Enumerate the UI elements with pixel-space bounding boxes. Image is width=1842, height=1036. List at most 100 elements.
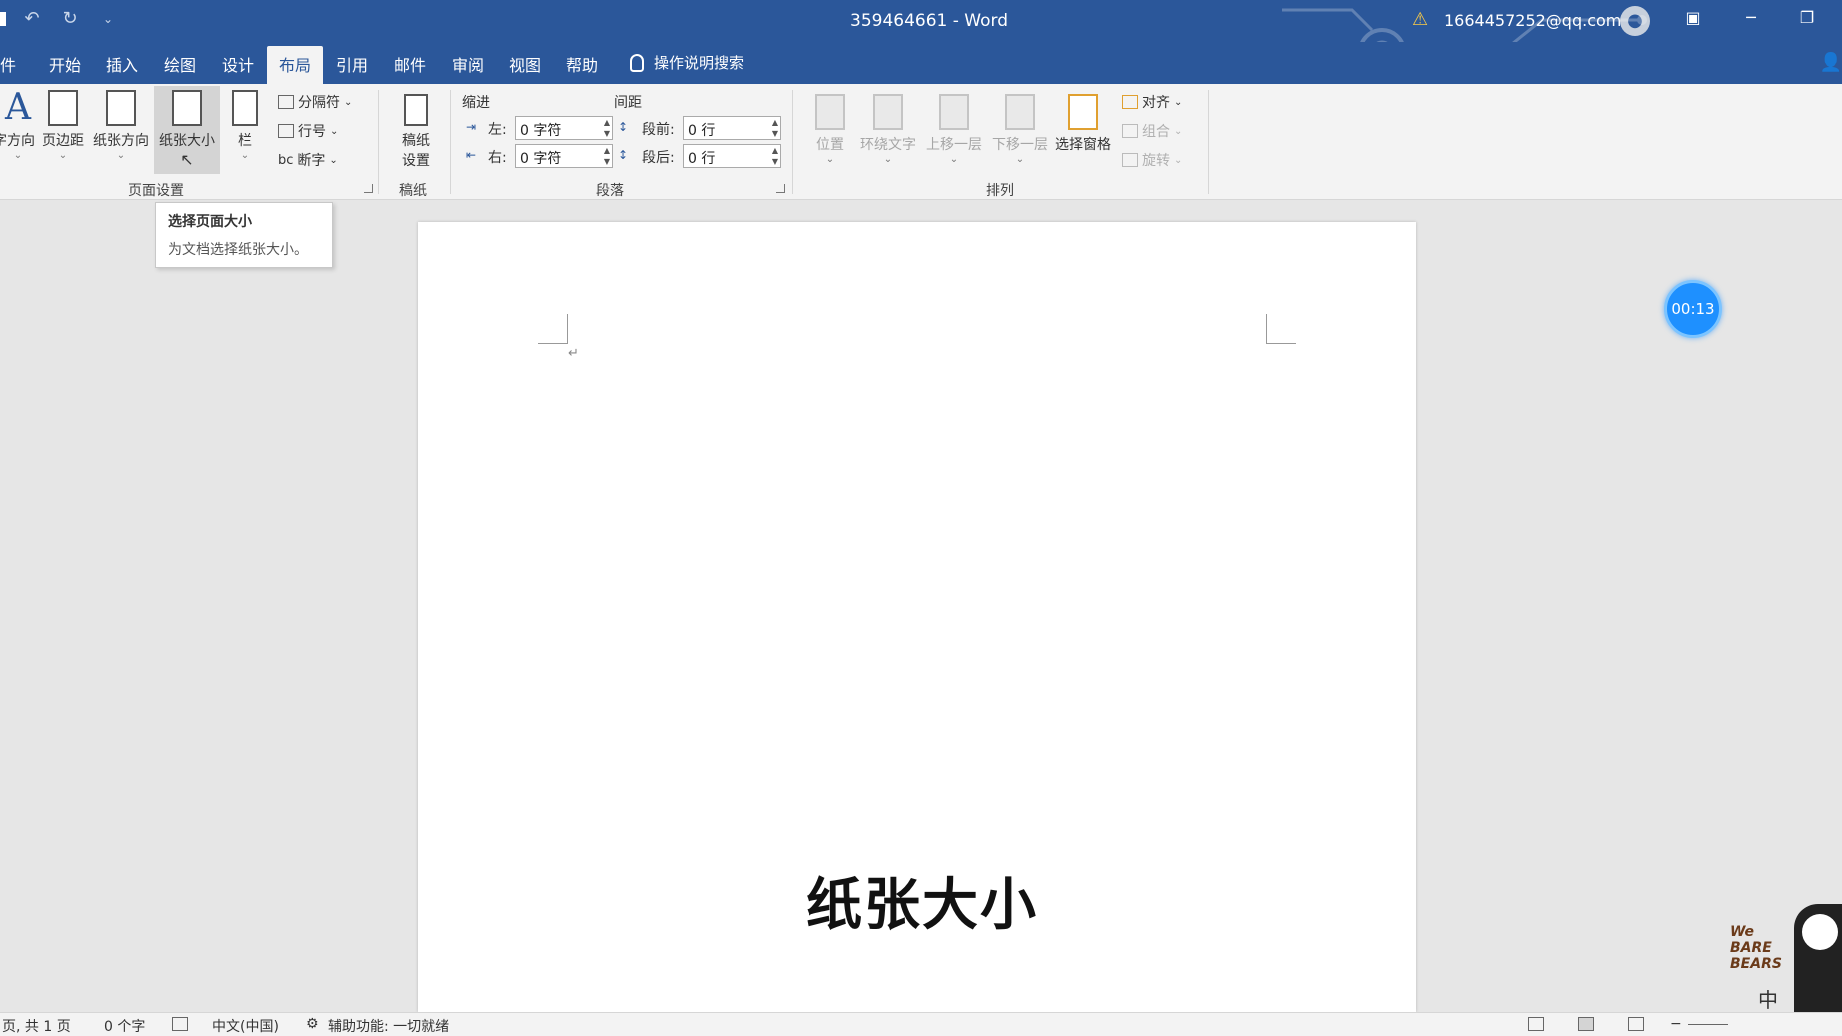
paragraph-group-label: 段落 — [596, 183, 624, 199]
zoom-out-button[interactable]: − — [1670, 1016, 1682, 1032]
share-person-icon[interactable]: 👤 — [1820, 52, 1842, 73]
document-title: 359464661 - Word — [850, 11, 1008, 31]
bring-forward-button[interactable]: 上移一层 ⌄ — [922, 94, 986, 165]
chevron-down-icon: ⌄ — [949, 154, 959, 165]
space-before-input[interactable]: 0 行 ▲ ▼ — [683, 116, 781, 140]
ime-indicator[interactable]: 中 — [1758, 984, 1778, 1013]
chevron-down-icon: ⌄ — [883, 154, 893, 165]
paragraph-dialog-launcher[interactable] — [776, 184, 785, 193]
tell-me-search[interactable]: 操作说明搜索 — [630, 52, 744, 73]
selection-pane-button[interactable]: 选择窗格 — [1052, 94, 1114, 154]
tab-help[interactable]: 帮助 — [566, 52, 598, 76]
indent-left-input[interactable]: 0 字符 ▲ ▼ — [515, 116, 613, 140]
breaks-label: 分隔符 — [298, 95, 340, 111]
indent-left-value: 0 字符 — [520, 123, 562, 139]
tab-home[interactable]: 开始 — [49, 52, 81, 76]
tab-layout[interactable]: 布局 — [267, 46, 324, 84]
margin-corner-left — [538, 314, 568, 344]
redo-button[interactable]: ↻ — [58, 8, 82, 29]
wrap-text-label: 环绕文字 — [860, 137, 916, 153]
page-count[interactable]: 页, 共 1 页 — [2, 1016, 71, 1036]
space-after-value: 0 行 — [688, 151, 716, 167]
page-setup-dialog-launcher[interactable] — [364, 184, 373, 193]
hyphenation-button[interactable]: bc 断字 ⌄ — [278, 150, 338, 170]
accessibility-icon[interactable]: ⚙ — [306, 1016, 319, 1032]
space-before-icon: ↕ — [618, 120, 629, 134]
send-backward-button[interactable]: 下移一层 ⌄ — [988, 94, 1052, 165]
chevron-down-icon: ⌄ — [329, 154, 338, 166]
tab-review[interactable]: 审阅 — [452, 52, 484, 76]
chevron-down-icon: ⌄ — [330, 125, 339, 137]
restore-button[interactable]: ❐ — [1792, 8, 1822, 27]
accessibility-status[interactable]: 辅助功能: 一切就绪 — [328, 1016, 449, 1036]
line-numbers-label: 行号 — [298, 124, 326, 140]
tooltip-title: 选择页面大小 — [168, 214, 252, 230]
space-after-input[interactable]: 0 行 ▲ ▼ — [683, 144, 781, 168]
tab-mailings[interactable]: 邮件 — [394, 52, 426, 76]
indent-right-input[interactable]: 0 字符 ▲ ▼ — [515, 144, 613, 168]
size-button[interactable]: 纸张大小 ↖ — [154, 86, 220, 174]
margins-button[interactable]: 页边距 ⌄ — [38, 90, 88, 161]
word-count[interactable]: 0 个字 — [104, 1016, 145, 1036]
tab-draw[interactable]: 绘图 — [164, 52, 196, 76]
space-before-value: 0 行 — [688, 123, 716, 139]
spin-arrows-icon[interactable]: ▲ ▼ — [604, 117, 610, 139]
chevron-down-icon: ⌄ — [344, 96, 353, 108]
video-subtitle: 纸张大小 — [806, 873, 1038, 938]
undo-button[interactable]: ↶ — [20, 8, 44, 29]
selection-pane-label: 选择窗格 — [1055, 137, 1111, 153]
manuscript-setup-button[interactable]: 稿纸 设置 — [392, 94, 440, 170]
chevron-down-icon: ⌄ — [1174, 154, 1183, 166]
line-numbers-button[interactable]: 行号 ⌄ — [278, 121, 338, 141]
panda-bear-icon — [1794, 904, 1842, 1014]
spin-arrows-icon[interactable]: ▲ ▼ — [772, 145, 778, 167]
save-icon[interactable] — [0, 11, 6, 26]
indent-header: 缩进 — [462, 95, 490, 111]
chevron-down-icon: ⌄ — [825, 154, 835, 165]
columns-button[interactable]: 栏 ⌄ — [228, 90, 262, 161]
columns-label: 栏 — [238, 133, 252, 149]
tab-file[interactable]: 件 — [0, 52, 16, 76]
print-layout-icon[interactable] — [1578, 1017, 1594, 1031]
manuscript-setup-label-line2: 设置 — [402, 153, 430, 169]
align-icon — [1122, 95, 1138, 109]
read-mode-icon[interactable] — [1528, 1017, 1544, 1031]
breaks-button[interactable]: 分隔符 ⌄ — [278, 92, 352, 112]
zoom-slider[interactable] — [1688, 1024, 1728, 1025]
we-bare-bears-watermark: We BARE BEARS 中 — [1722, 904, 1842, 1014]
watermark-text: We BARE BEARS — [1730, 924, 1782, 972]
language-indicator[interactable]: 中文(中国) — [212, 1016, 279, 1036]
space-after-icon: ↕ — [618, 148, 629, 162]
lightbulb-icon — [630, 53, 644, 72]
tab-insert[interactable]: 插入 — [106, 52, 138, 76]
group-separator — [1208, 90, 1209, 194]
tab-view[interactable]: 视图 — [509, 52, 541, 76]
hyphenation-label: 断字 — [297, 153, 326, 169]
recording-timer[interactable]: 00:13 — [1664, 280, 1722, 338]
spin-arrows-icon[interactable]: ▲ ▼ — [772, 117, 778, 139]
orientation-button[interactable]: 纸张方向 ⌄ — [90, 90, 152, 161]
wrap-text-button[interactable]: 环绕文字 ⌄ — [856, 94, 920, 165]
proofing-icon[interactable] — [172, 1017, 188, 1031]
rotate-button[interactable]: 旋转 ⌄ — [1122, 150, 1182, 170]
margins-icon — [48, 90, 78, 126]
text-direction-button[interactable]: A 字方向 ⌄ — [0, 87, 36, 162]
position-label: 位置 — [816, 137, 844, 153]
group-objects-button[interactable]: 组合 ⌄ — [1122, 121, 1182, 141]
text-direction-icon: A — [5, 87, 31, 128]
text-direction-label: 字方向 — [0, 133, 35, 149]
tab-references[interactable]: 引用 — [336, 52, 368, 76]
chevron-down-icon: ⌄ — [13, 150, 23, 161]
customize-qat-button[interactable]: ⌄ — [96, 12, 120, 26]
group-separator — [792, 90, 793, 194]
manuscript-icon — [404, 94, 428, 126]
orientation-label: 纸张方向 — [93, 133, 149, 149]
align-button[interactable]: 对齐 ⌄ — [1122, 92, 1182, 112]
tab-design[interactable]: 设计 — [222, 52, 254, 76]
bring-forward-label: 上移一层 — [926, 137, 982, 153]
group-objects-icon — [1122, 124, 1138, 138]
spin-arrows-icon[interactable]: ▲ ▼ — [604, 145, 610, 167]
web-layout-icon[interactable] — [1628, 1017, 1644, 1031]
align-label: 对齐 — [1142, 95, 1170, 111]
position-button[interactable]: 位置 ⌄ — [808, 94, 852, 165]
